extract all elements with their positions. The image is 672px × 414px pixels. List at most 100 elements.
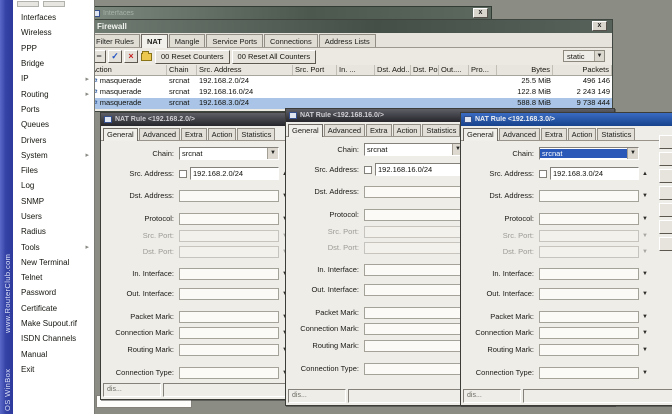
sidebar-item-ip[interactable]: IP▸ bbox=[13, 71, 93, 86]
packet-mark-input[interactable] bbox=[364, 307, 464, 319]
sidebar-item-isdn-channels[interactable]: ISDN Channels bbox=[13, 331, 93, 346]
column-dst-port[interactable]: Dst. Port bbox=[411, 65, 439, 75]
chevron-down-icon[interactable]: ▼ bbox=[639, 271, 651, 277]
sidebar-item-ppp[interactable]: PPP bbox=[13, 41, 93, 56]
sidebar-item-wireless[interactable]: Wireless bbox=[13, 25, 93, 40]
reset-counters-button[interactable]: 00 Reset Counters bbox=[155, 50, 230, 64]
sidebar-item-users[interactable]: Users bbox=[13, 209, 93, 224]
tab-advanced[interactable]: Advanced bbox=[139, 128, 180, 140]
cancel-button[interactable]: Cancel bbox=[659, 152, 672, 166]
column-dst-address[interactable]: Dst. Add... bbox=[375, 65, 411, 75]
protocol-input[interactable] bbox=[179, 213, 279, 225]
connection-mark-input[interactable] bbox=[364, 323, 464, 335]
src-address-checkbox[interactable] bbox=[539, 170, 547, 178]
table-row[interactable]: ⇄masquerade srcnat 192.168.16.0/24 122.8… bbox=[89, 87, 612, 98]
sidebar-item-system[interactable]: System▸ bbox=[13, 148, 93, 163]
column-out-interface[interactable]: Out.... bbox=[439, 65, 469, 75]
rule-filter-dropdown[interactable]: static ▼ bbox=[563, 50, 605, 62]
packet-mark-input[interactable] bbox=[539, 311, 639, 323]
close-icon[interactable]: x bbox=[473, 8, 488, 18]
sidebar-item-tools[interactable]: Tools▸ bbox=[13, 239, 93, 254]
chevron-down-icon[interactable]: ▼ bbox=[639, 370, 651, 376]
tab-extra[interactable]: Extra bbox=[181, 128, 207, 140]
tab-statistics[interactable]: Statistics bbox=[422, 124, 460, 136]
dst-address-input[interactable] bbox=[179, 190, 279, 202]
chain-select[interactable]: srcnat▼ bbox=[179, 147, 279, 160]
tab-statistics[interactable]: Statistics bbox=[237, 128, 275, 140]
out-interface-input[interactable] bbox=[539, 288, 639, 300]
sidebar-item-log[interactable]: Log bbox=[13, 178, 93, 193]
sidebar-item-manual[interactable]: Manual bbox=[13, 347, 93, 362]
dst-address-input[interactable] bbox=[364, 186, 464, 198]
protocol-input[interactable] bbox=[539, 213, 639, 225]
tab-nat[interactable]: NAT bbox=[141, 34, 168, 48]
connection-mark-input[interactable] bbox=[539, 327, 639, 339]
src-address-input[interactable]: 192.168.16.0/24 bbox=[375, 163, 464, 176]
close-icon[interactable]: x bbox=[592, 21, 607, 31]
chevron-down-icon[interactable]: ▼ bbox=[639, 347, 651, 353]
sidebar-item-interfaces[interactable]: Interfaces bbox=[13, 10, 93, 25]
tab-extra[interactable]: Extra bbox=[366, 124, 392, 136]
tab-connections[interactable]: Connections bbox=[264, 34, 318, 47]
tab-extra[interactable]: Extra bbox=[541, 128, 567, 140]
routing-mark-input[interactable] bbox=[539, 344, 639, 356]
routing-mark-input[interactable] bbox=[179, 344, 279, 356]
chevron-down-icon[interactable]: ▼ bbox=[639, 193, 651, 199]
sidebar-item-make-supout[interactable]: Make Supout.rif bbox=[13, 316, 93, 331]
column-bytes[interactable]: Bytes bbox=[497, 65, 553, 75]
sidebar-item-exit[interactable]: Exit bbox=[13, 362, 93, 377]
column-src-port[interactable]: Src. Port bbox=[293, 65, 337, 75]
sidebar-item-ports[interactable]: Ports bbox=[13, 102, 93, 117]
out-interface-input[interactable] bbox=[179, 288, 279, 300]
column-action[interactable]: Action bbox=[89, 65, 167, 75]
tab-address-lists[interactable]: Address Lists bbox=[319, 34, 376, 47]
sidebar-item-certificate[interactable]: Certificate bbox=[13, 301, 93, 316]
collapse-arrow-icon[interactable]: ▲ bbox=[639, 171, 651, 177]
ok-button[interactable]: OK bbox=[659, 135, 672, 149]
disable-rule-button[interactable]: × bbox=[124, 50, 138, 63]
connection-type-input[interactable] bbox=[539, 367, 639, 379]
in-interface-input[interactable] bbox=[179, 268, 279, 280]
column-in-interface[interactable]: In. ... bbox=[337, 65, 375, 75]
dst-address-input[interactable] bbox=[539, 190, 639, 202]
comment-icon[interactable] bbox=[141, 53, 152, 61]
connection-type-input[interactable] bbox=[179, 367, 279, 379]
routing-mark-input[interactable] bbox=[364, 340, 464, 352]
column-chain[interactable]: Chain bbox=[167, 65, 197, 75]
chevron-down-icon[interactable]: ▼ bbox=[267, 148, 278, 159]
reset-all-counters-button[interactable]: 00 Reset All Counters bbox=[232, 50, 317, 64]
sidebar-item-files[interactable]: Files bbox=[13, 163, 93, 178]
disable-button[interactable]: Disable bbox=[659, 186, 672, 200]
in-interface-input[interactable] bbox=[364, 264, 464, 276]
column-packets[interactable]: Packets bbox=[553, 65, 612, 75]
src-address-checkbox[interactable] bbox=[364, 166, 372, 174]
tab-statistics[interactable]: Statistics bbox=[597, 128, 635, 140]
tab-filter-rules[interactable]: Filter Rules bbox=[90, 34, 140, 47]
chevron-down-icon[interactable]: ▼ bbox=[627, 148, 638, 159]
sidebar-item-new-terminal[interactable]: New Terminal bbox=[13, 255, 93, 270]
column-protocol[interactable]: Pro... bbox=[469, 65, 497, 75]
chain-select[interactable]: srcnat▼ bbox=[364, 143, 464, 156]
packet-mark-input[interactable] bbox=[179, 311, 279, 323]
sidebar-item-routing[interactable]: Routing▸ bbox=[13, 86, 93, 101]
tab-mangle[interactable]: Mangle bbox=[169, 34, 206, 47]
connection-mark-input[interactable] bbox=[179, 327, 279, 339]
tab-general[interactable]: General bbox=[463, 128, 498, 141]
background-window-titlebar[interactable]: Interfaces x bbox=[88, 6, 492, 20]
copy-button[interactable]: Copy bbox=[659, 220, 672, 234]
column-src-address[interactable]: Src. Address bbox=[197, 65, 293, 75]
src-address-input[interactable]: 192.168.2.0/24 bbox=[190, 167, 279, 180]
tab-general[interactable]: General bbox=[288, 124, 323, 137]
tab-action[interactable]: Action bbox=[208, 128, 237, 140]
sidebar-item-radius[interactable]: Radius bbox=[13, 224, 93, 239]
sidebar-item-telnet[interactable]: Telnet bbox=[13, 270, 93, 285]
firewall-titlebar[interactable]: Firewall x bbox=[89, 20, 612, 33]
src-address-checkbox[interactable] bbox=[179, 170, 187, 178]
sidebar-item-snmp[interactable]: SNMP bbox=[13, 194, 93, 209]
tab-advanced[interactable]: Advanced bbox=[324, 124, 365, 136]
sidebar-item-password[interactable]: Password bbox=[13, 285, 93, 300]
connection-type-input[interactable] bbox=[364, 363, 464, 375]
sidebar-item-drivers[interactable]: Drivers bbox=[13, 132, 93, 147]
tab-action[interactable]: Action bbox=[568, 128, 597, 140]
chevron-down-icon[interactable]: ▼ bbox=[639, 330, 651, 336]
